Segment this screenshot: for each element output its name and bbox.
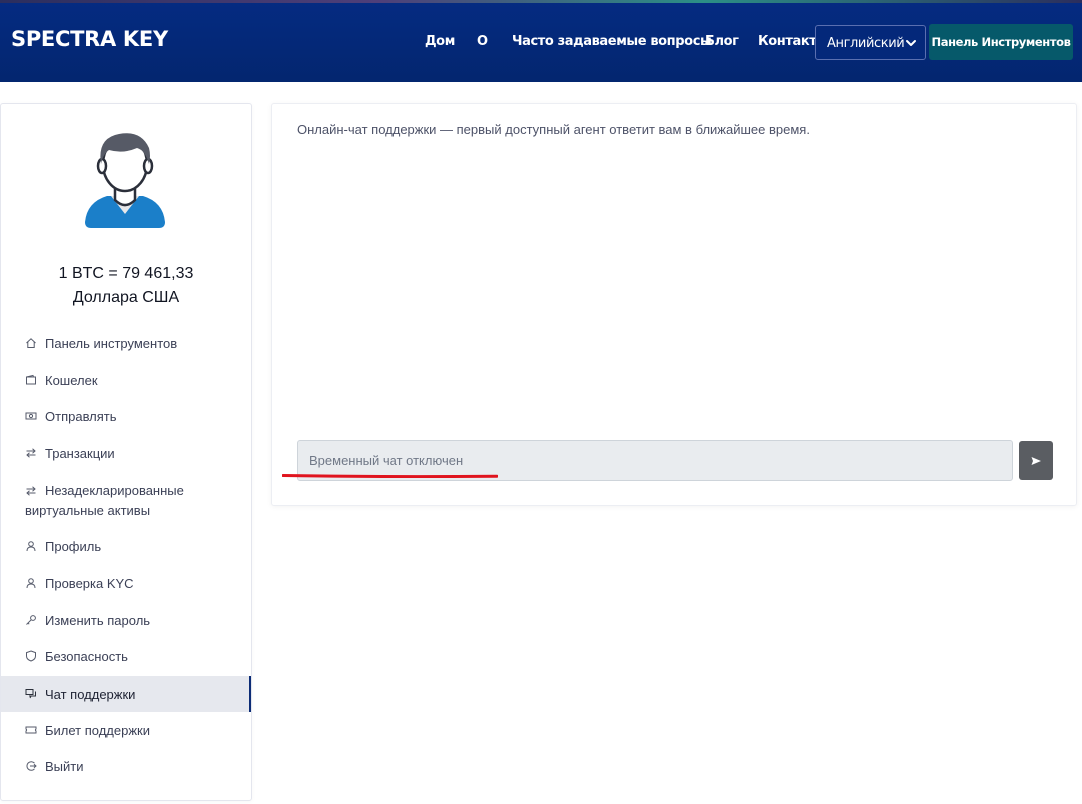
nav-link-about[interactable]: О (477, 34, 488, 49)
header-accent-line (0, 0, 1082, 3)
nav-link-home[interactable]: Дом (425, 34, 455, 49)
sidebar-item-label: Кошелек (45, 373, 98, 388)
sidebar-item-kyc[interactable]: Проверка KYC (1, 574, 251, 592)
sidebar-item-security[interactable]: Безопасность (1, 647, 251, 665)
support-chat-panel: Онлайн-чат поддержки — первый доступный … (271, 103, 1077, 506)
language-select[interactable]: Английский (815, 25, 926, 60)
transfer-icon (26, 448, 36, 458)
chevron-down-icon (906, 40, 916, 46)
sidebar-item-label: Проверка KYC (45, 576, 134, 591)
sidebar-item-label: Панель инструментов (45, 336, 178, 351)
send-icon (1031, 456, 1041, 465)
sidebar-item-label: Чат поддержки (45, 687, 136, 702)
sidebar-item-undeclared-assets[interactable]: Незадекларированные виртуальные активы (1, 481, 251, 521)
btc-rate-line2: Доллара США (72, 289, 180, 306)
ticket-icon (25, 726, 37, 734)
sidebar-item-label-line2: виртуальные активы (25, 503, 151, 518)
sidebar-item-label: Незадекларированные (45, 483, 184, 498)
sidebar-item-label: Изменить пароль (45, 613, 151, 628)
sidebar-item-label: Билет поддержки (45, 723, 151, 738)
user-icon (26, 541, 36, 552)
sidebar-item-send[interactable]: Отправлять (1, 407, 251, 425)
home-icon (26, 338, 36, 348)
logout-icon (26, 761, 37, 771)
wallet-icon (26, 374, 36, 385)
key-icon (26, 615, 36, 625)
sidebar-item-support-chat[interactable]: Чат поддержки (1, 676, 251, 712)
nav-link-blog[interactable]: Блог (705, 34, 739, 49)
chat-icon (25, 689, 36, 699)
sidebar-item-label: Транзакции (45, 446, 115, 461)
btc-rate: 1 BTC = 79 461,33 Доллара США (1, 262, 251, 310)
site-logo[interactable]: SPECTRA KEY (11, 27, 168, 51)
sidebar-item-dashboard[interactable]: Панель инструментов (1, 334, 251, 352)
sidebar-item-label: Отправлять (45, 409, 117, 424)
sidebar-item-label: Безопасность (45, 649, 128, 664)
user-icon (26, 578, 36, 589)
dashboard-button[interactable]: Панель Инструментов (929, 24, 1073, 60)
sidebar-item-change-password[interactable]: Изменить пароль (1, 611, 251, 629)
sidebar-item-logout[interactable]: Выйти (1, 757, 251, 775)
sidebar-item-wallet[interactable]: Кошелек (1, 371, 251, 389)
shield-icon (26, 650, 36, 662)
user-avatar-icon (85, 133, 165, 228)
money-icon (25, 412, 37, 420)
language-select-value: Английский (827, 36, 905, 51)
btc-rate-line1: 1 BTC = 79 461,33 (58, 265, 194, 282)
sidebar: 1 BTC = 79 461,33 Доллара США Панель инс… (0, 103, 252, 801)
send-button[interactable] (1019, 441, 1053, 480)
top-navbar: SPECTRA KEY Дом О Часто задаваемые вопро… (0, 0, 1082, 82)
sidebar-item-support-ticket[interactable]: Билет поддержки (1, 721, 251, 739)
nav-link-faq[interactable]: Часто задаваемые вопросы (512, 34, 712, 49)
sidebar-item-label: Выйти (45, 759, 84, 774)
sidebar-item-label: Профиль (45, 539, 102, 554)
red-annotation-underline (282, 474, 498, 478)
transfer-icon (26, 486, 36, 496)
chat-intro-text: Онлайн-чат поддержки — первый доступный … (297, 122, 810, 137)
nav-link-contact[interactable]: Контакт (758, 34, 817, 49)
sidebar-item-transactions[interactable]: Транзакции (1, 444, 251, 462)
sidebar-item-profile[interactable]: Профиль (1, 537, 251, 555)
